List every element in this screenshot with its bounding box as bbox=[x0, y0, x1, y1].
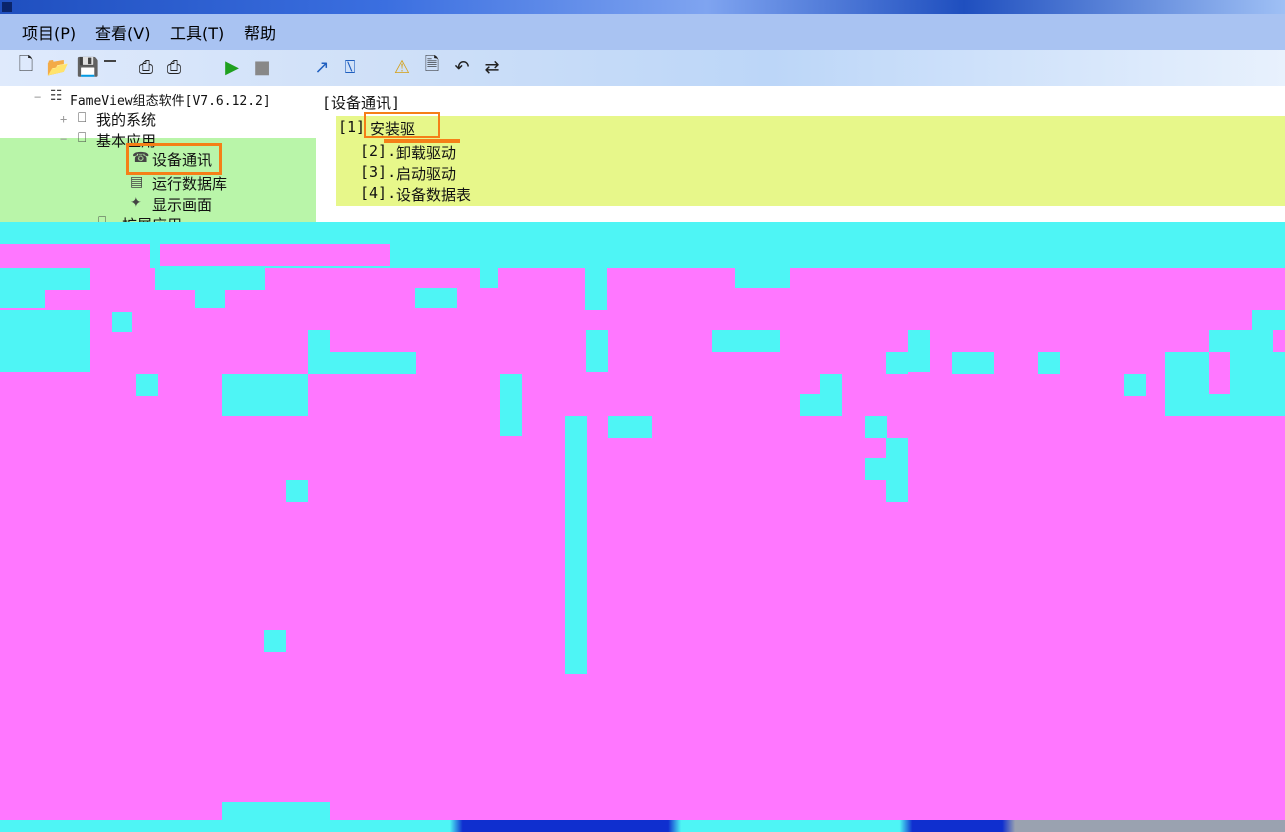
glitch-block bbox=[865, 458, 887, 480]
glitch-block bbox=[0, 290, 45, 308]
glitch-block bbox=[308, 330, 330, 352]
start-driver-link[interactable]: 启动驱动 bbox=[396, 163, 456, 184]
toolbar bbox=[0, 50, 1285, 86]
glitch-block bbox=[608, 416, 652, 438]
chart-icon[interactable]: ⍂ bbox=[338, 56, 362, 78]
document-icon[interactable]: 🗎 bbox=[420, 54, 444, 78]
collapse-icon[interactable]: − bbox=[60, 132, 67, 146]
glitch-block bbox=[160, 244, 390, 266]
link-icon[interactable]: ⇄ bbox=[480, 56, 504, 78]
glitch-block bbox=[1038, 352, 1060, 374]
menu-help[interactable]: 帮助 bbox=[244, 20, 276, 44]
expand-icon[interactable]: + bbox=[60, 112, 67, 126]
tree-display[interactable]: 显示画面 bbox=[152, 194, 212, 215]
section-title: [设备通讯] bbox=[322, 94, 401, 112]
glitch-block bbox=[1165, 394, 1285, 416]
tree-runtime-db[interactable]: 运行数据库 bbox=[152, 173, 227, 194]
item-index: [2]. bbox=[360, 142, 397, 160]
tree-root[interactable]: FameView组态软件[V7.6.12.2] bbox=[70, 90, 271, 109]
glitch-block bbox=[1165, 352, 1209, 394]
install-driver-link[interactable]: 安装驱 bbox=[370, 118, 415, 139]
item-index: [3]. bbox=[360, 163, 397, 181]
app-icon bbox=[2, 2, 12, 12]
tree-device-comm[interactable]: 设备通讯 bbox=[152, 149, 212, 170]
glitch-block bbox=[222, 374, 308, 416]
database-icon: ▤ bbox=[130, 174, 144, 190]
glitch-block bbox=[308, 352, 416, 374]
print-icon[interactable]: ⎙ bbox=[134, 56, 158, 78]
glitch-block bbox=[712, 330, 780, 352]
glitch-block bbox=[112, 312, 132, 332]
item-index: [1] bbox=[338, 118, 366, 136]
save-icon[interactable]: 💾 bbox=[76, 56, 100, 78]
new-file-icon[interactable]: 🗋 bbox=[14, 54, 38, 78]
glitch-block bbox=[0, 268, 90, 290]
glitch-block bbox=[480, 268, 498, 288]
glitch-block bbox=[500, 374, 522, 436]
glitch-block bbox=[195, 290, 225, 308]
glitch-block bbox=[800, 394, 842, 416]
run-icon[interactable]: ▶ bbox=[220, 56, 244, 78]
glitch-block bbox=[90, 222, 650, 242]
menu-view[interactable]: 查看(V) bbox=[95, 20, 150, 44]
menu-project[interactable]: 项目(P) bbox=[22, 20, 76, 44]
glitch-block bbox=[1209, 330, 1273, 352]
system-icon: ⎕ bbox=[78, 110, 87, 126]
glitch-block bbox=[586, 330, 608, 372]
glitch-block bbox=[0, 310, 90, 372]
tree-my-system[interactable]: 我的系统 bbox=[96, 109, 156, 130]
network-icon: ☷ bbox=[50, 88, 63, 104]
glitch-block bbox=[655, 222, 1285, 268]
display-icon: ✦ bbox=[130, 195, 142, 211]
comm-icon: ☎ bbox=[132, 150, 150, 166]
uninstall-driver-link[interactable]: 卸载驱动 bbox=[396, 142, 456, 163]
glitch-block bbox=[264, 630, 286, 652]
glitch-block bbox=[390, 244, 655, 268]
graph-icon[interactable]: ↗ bbox=[310, 56, 334, 78]
glitch-block bbox=[222, 802, 330, 820]
glitch-block bbox=[585, 268, 607, 310]
glitch-block bbox=[908, 330, 930, 372]
glitch-block bbox=[1252, 310, 1285, 330]
glitch-block bbox=[286, 480, 308, 502]
glitch-block bbox=[952, 352, 994, 374]
warning-icon[interactable]: ⚠ bbox=[390, 56, 414, 78]
glitch-block bbox=[415, 288, 457, 308]
glitch-block bbox=[1230, 352, 1285, 394]
glitch-block bbox=[0, 244, 150, 268]
menu-tools[interactable]: 工具(T) bbox=[170, 20, 224, 44]
content-highlight-band bbox=[336, 116, 1285, 206]
glitch-block bbox=[735, 268, 790, 288]
app-folder-icon: ⎕ bbox=[78, 130, 87, 146]
open-folder-icon[interactable]: 📂 bbox=[46, 56, 70, 78]
glitch-block bbox=[1124, 374, 1146, 396]
item-index: [4]. bbox=[360, 184, 397, 202]
status-bar bbox=[0, 820, 1285, 832]
glitch-block bbox=[886, 438, 908, 502]
glitch-block bbox=[886, 352, 908, 374]
toolbar-separator bbox=[104, 60, 116, 62]
glitch-block bbox=[136, 374, 158, 396]
title-bar bbox=[0, 0, 1285, 14]
print-preview-icon[interactable]: ⎙ bbox=[162, 56, 186, 78]
glitch-block bbox=[865, 416, 887, 438]
stop-icon[interactable]: ■ bbox=[250, 56, 274, 78]
glitch-block bbox=[565, 416, 587, 674]
return-icon[interactable]: ↶ bbox=[450, 56, 474, 78]
glitch-block bbox=[155, 268, 265, 290]
device-table-link[interactable]: 设备数据表 bbox=[396, 184, 471, 205]
collapse-icon[interactable]: − bbox=[34, 90, 41, 104]
